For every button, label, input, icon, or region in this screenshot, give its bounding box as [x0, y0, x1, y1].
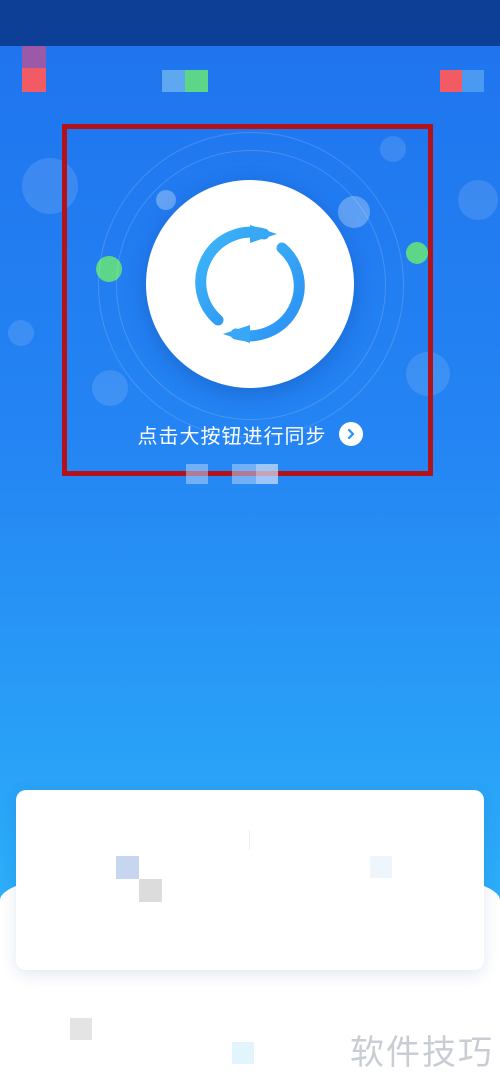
top-right-icon[interactable]	[440, 70, 484, 92]
card-left-icon[interactable]	[116, 856, 162, 902]
top-left-icon[interactable]	[22, 46, 46, 92]
bottom-left-icon[interactable]	[70, 1018, 92, 1040]
card-divider	[249, 830, 250, 850]
page-indicator	[232, 464, 256, 484]
watermark-text: 软件技巧	[350, 1033, 494, 1073]
top-center-icon	[162, 70, 208, 92]
highlight-box	[62, 124, 433, 476]
bottom-card	[16, 790, 484, 970]
bottom-center-icon[interactable]	[232, 1042, 254, 1064]
card-right-icon[interactable]	[370, 856, 392, 878]
decor-bubble	[458, 180, 498, 220]
page-indicator	[256, 464, 278, 484]
status-bar	[0, 0, 500, 46]
decor-bubble	[8, 320, 34, 346]
page-indicator	[186, 464, 208, 484]
